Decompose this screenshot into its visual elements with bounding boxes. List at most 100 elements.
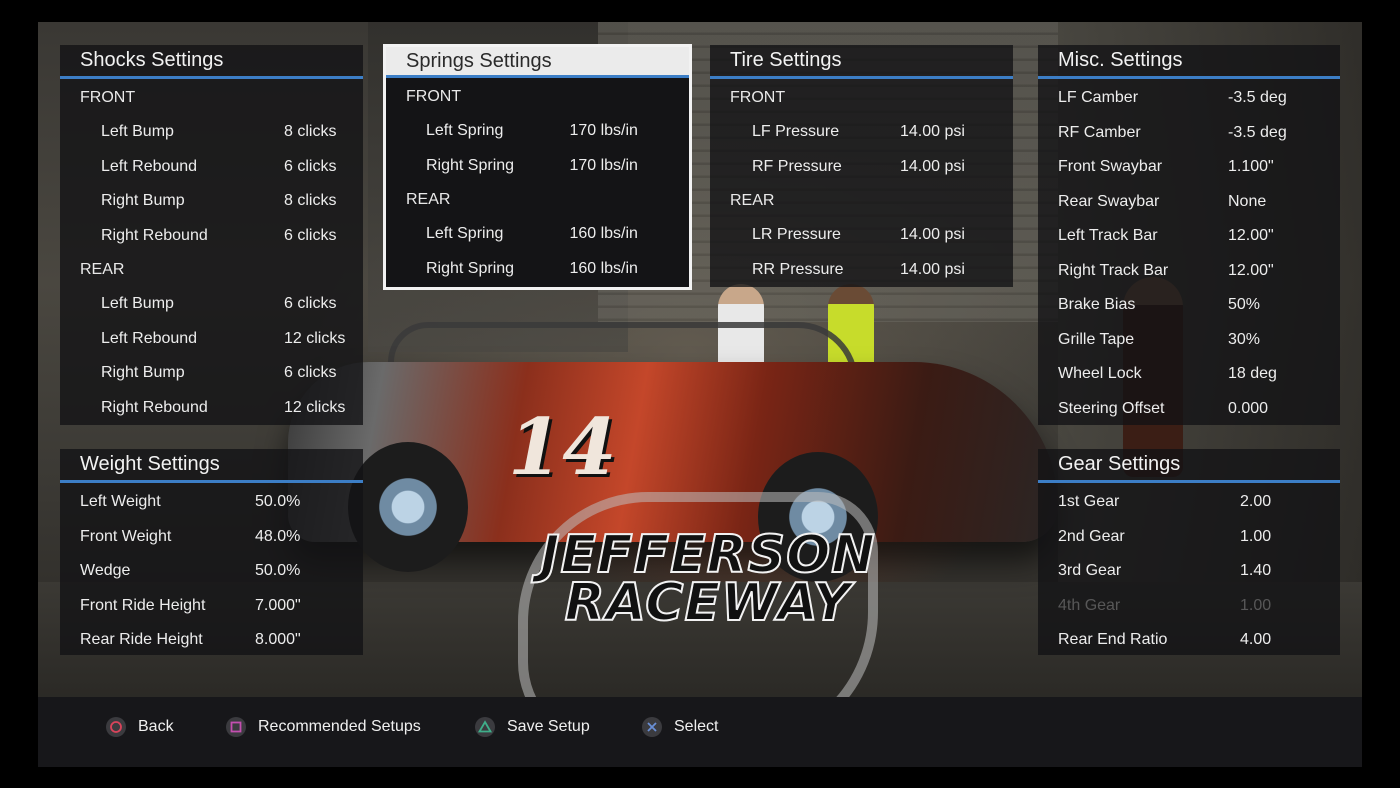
setting-row[interactable]: Right Track Bar 12.00" <box>1038 254 1340 289</box>
setting-value: 6 clicks <box>284 364 337 382</box>
setting-row[interactable]: Right Rebound 12 clicks <box>60 391 363 426</box>
section-label-rear: REAR <box>80 261 125 278</box>
setting-value: 48.0% <box>255 527 301 545</box>
recommended-setups-button[interactable]: Recommended Setups <box>226 714 421 740</box>
setting-row[interactable]: Front Ride Height 7.000" <box>60 589 363 624</box>
setting-row[interactable]: Right Bump 6 clicks <box>60 356 363 391</box>
setting-label: LF Camber <box>1058 89 1139 107</box>
setting-label: Right Bump <box>101 364 185 382</box>
setting-label: 3rd Gear <box>1058 562 1122 580</box>
save-setup-label: Save Setup <box>507 718 590 735</box>
tire-settings-panel[interactable]: Tire Settings FRONT LF Pressure 14.00 psi… <box>710 45 1013 287</box>
setting-row[interactable]: Left Rebound 12 clicks <box>60 322 363 357</box>
setting-label: Front Weight <box>80 527 172 545</box>
setting-label: Left Bump <box>101 295 174 313</box>
setting-row[interactable]: LF Camber -3.5 deg <box>1038 81 1340 116</box>
setting-value: 6 clicks <box>284 295 337 313</box>
setting-row[interactable]: 3rd Gear 1.40 <box>1038 554 1340 589</box>
setting-label: RF Pressure <box>752 157 842 175</box>
setting-value: 12 clicks <box>284 398 346 416</box>
setting-value: 14.00 psi <box>900 226 965 244</box>
setting-row[interactable]: Left Track Bar 12.00" <box>1038 219 1340 254</box>
setting-row[interactable]: Rear End Ratio 4.00 <box>1038 623 1340 658</box>
misc-settings-panel[interactable]: Misc. Settings LF Camber -3.5 deg RF Camb… <box>1038 45 1340 425</box>
setting-value: 4.00 <box>1240 631 1272 649</box>
setting-label: LF Pressure <box>752 123 840 141</box>
setting-row[interactable]: Rear Ride Height 8.000" <box>60 623 363 658</box>
section-label-front: FRONT <box>730 89 786 106</box>
setting-label: Brake Bias <box>1058 296 1136 314</box>
setting-label: Right Spring <box>426 259 515 277</box>
setting-row[interactable]: Left Weight 50.0% <box>60 485 363 520</box>
setting-label: Wedge <box>80 562 131 580</box>
setting-row[interactable]: Right Spring 170 lbs/in <box>386 149 689 184</box>
setting-value: 170 lbs/in <box>569 122 638 140</box>
gear-settings-panel[interactable]: Gear Settings 1st Gear 2.00 2nd Gear 1.00 … <box>1038 449 1340 655</box>
setting-label: Right Bump <box>101 192 185 210</box>
setting-label: Left Track Bar <box>1058 227 1158 245</box>
section-label-front: FRONT <box>80 89 136 106</box>
setting-row[interactable]: Left Bump 8 clicks <box>60 115 363 150</box>
setting-row[interactable]: Right Spring 160 lbs/in <box>386 252 689 287</box>
setting-row[interactable]: Right Bump 8 clicks <box>60 184 363 219</box>
setting-row[interactable]: Left Rebound 6 clicks <box>60 150 363 185</box>
setting-row[interactable]: LR Pressure 14.00 psi <box>710 218 1013 253</box>
setting-value: 8 clicks <box>284 123 337 141</box>
shocks-settings-panel[interactable]: Shocks Settings FRONT Left Bump 8 clicks … <box>60 45 363 425</box>
setting-value: 6 clicks <box>284 226 337 244</box>
setting-value: 14.00 psi <box>900 123 965 141</box>
setting-row[interactable]: LF Pressure 14.00 psi <box>710 115 1013 150</box>
setting-row[interactable]: Front Weight 48.0% <box>60 520 363 555</box>
setting-row[interactable]: RR Pressure 14.00 psi <box>710 253 1013 288</box>
setting-value: 14.00 psi <box>900 157 965 175</box>
setting-row[interactable]: Grille Tape 30% <box>1038 323 1340 358</box>
panel-header: Shocks Settings <box>60 45 363 79</box>
setting-row[interactable]: Left Spring 160 lbs/in <box>386 217 689 252</box>
weight-settings-panel[interactable]: Weight Settings Left Weight 50.0% Front W… <box>60 449 363 655</box>
section-label-rear: REAR <box>406 191 451 208</box>
setting-row[interactable]: Wheel Lock 18 deg <box>1038 357 1340 392</box>
setting-value: 30% <box>1228 330 1261 348</box>
setting-label: Rear Swaybar <box>1058 192 1160 210</box>
panel-header: Springs Settings <box>386 47 689 78</box>
setting-label: LR Pressure <box>752 226 841 244</box>
setting-row[interactable]: 1st Gear 2.00 <box>1038 485 1340 520</box>
setting-label: Left Rebound <box>101 329 198 347</box>
select-button[interactable]: Select <box>642 714 718 740</box>
setting-row[interactable]: RF Pressure 14.00 psi <box>710 150 1013 185</box>
setting-value: 0.000 <box>1228 399 1269 417</box>
setting-row[interactable]: Left Spring 170 lbs/in <box>386 114 689 149</box>
save-setup-button[interactable]: Save Setup <box>475 714 590 740</box>
setting-row[interactable]: Rear Swaybar None <box>1038 185 1340 220</box>
setting-row[interactable]: Brake Bias 50% <box>1038 288 1340 323</box>
setting-label: Rear End Ratio <box>1058 631 1168 649</box>
square-button-icon <box>226 717 246 737</box>
track-logo-line2: RACEWAY <box>564 572 852 634</box>
setting-value: 1.100" <box>1228 158 1274 176</box>
setting-row[interactable]: Right Rebound 6 clicks <box>60 219 363 254</box>
setting-row[interactable]: RF Camber -3.5 deg <box>1038 116 1340 151</box>
panel-header: Tire Settings <box>710 45 1013 79</box>
setting-value: 1.00 <box>1240 596 1272 614</box>
setting-row[interactable]: Steering Offset 0.000 <box>1038 392 1340 427</box>
setting-row[interactable]: 2nd Gear 1.00 <box>1038 520 1340 555</box>
section-label-rear: REAR <box>730 192 775 209</box>
springs-settings-panel[interactable]: Springs Settings FRONT Left Spring 170 lb… <box>383 44 692 290</box>
setting-label: Right Rebound <box>101 398 208 416</box>
setting-label: Left Spring <box>426 122 504 140</box>
setting-value: 12.00" <box>1228 261 1274 279</box>
recommended-setups-label: Recommended Setups <box>258 718 421 735</box>
panel-title: Tire Settings <box>730 49 842 71</box>
panel-title: Shocks Settings <box>80 49 224 71</box>
back-button[interactable]: Back <box>106 714 174 740</box>
setup-screen: 14 JEFFERSON RACEWAY Shocks Settings FRO… <box>38 22 1362 767</box>
setting-value: 2.00 <box>1240 493 1272 511</box>
setting-label: RR Pressure <box>752 260 844 278</box>
setting-row[interactable]: Front Swaybar 1.100" <box>1038 150 1340 185</box>
setting-value: 7.000" <box>255 596 301 614</box>
setting-label: RF Camber <box>1058 123 1141 141</box>
setting-row[interactable]: Wedge 50.0% <box>60 554 363 589</box>
setting-value: 1.40 <box>1240 562 1272 580</box>
setting-label: 1st Gear <box>1058 493 1120 511</box>
setting-row[interactable]: Left Bump 6 clicks <box>60 287 363 322</box>
